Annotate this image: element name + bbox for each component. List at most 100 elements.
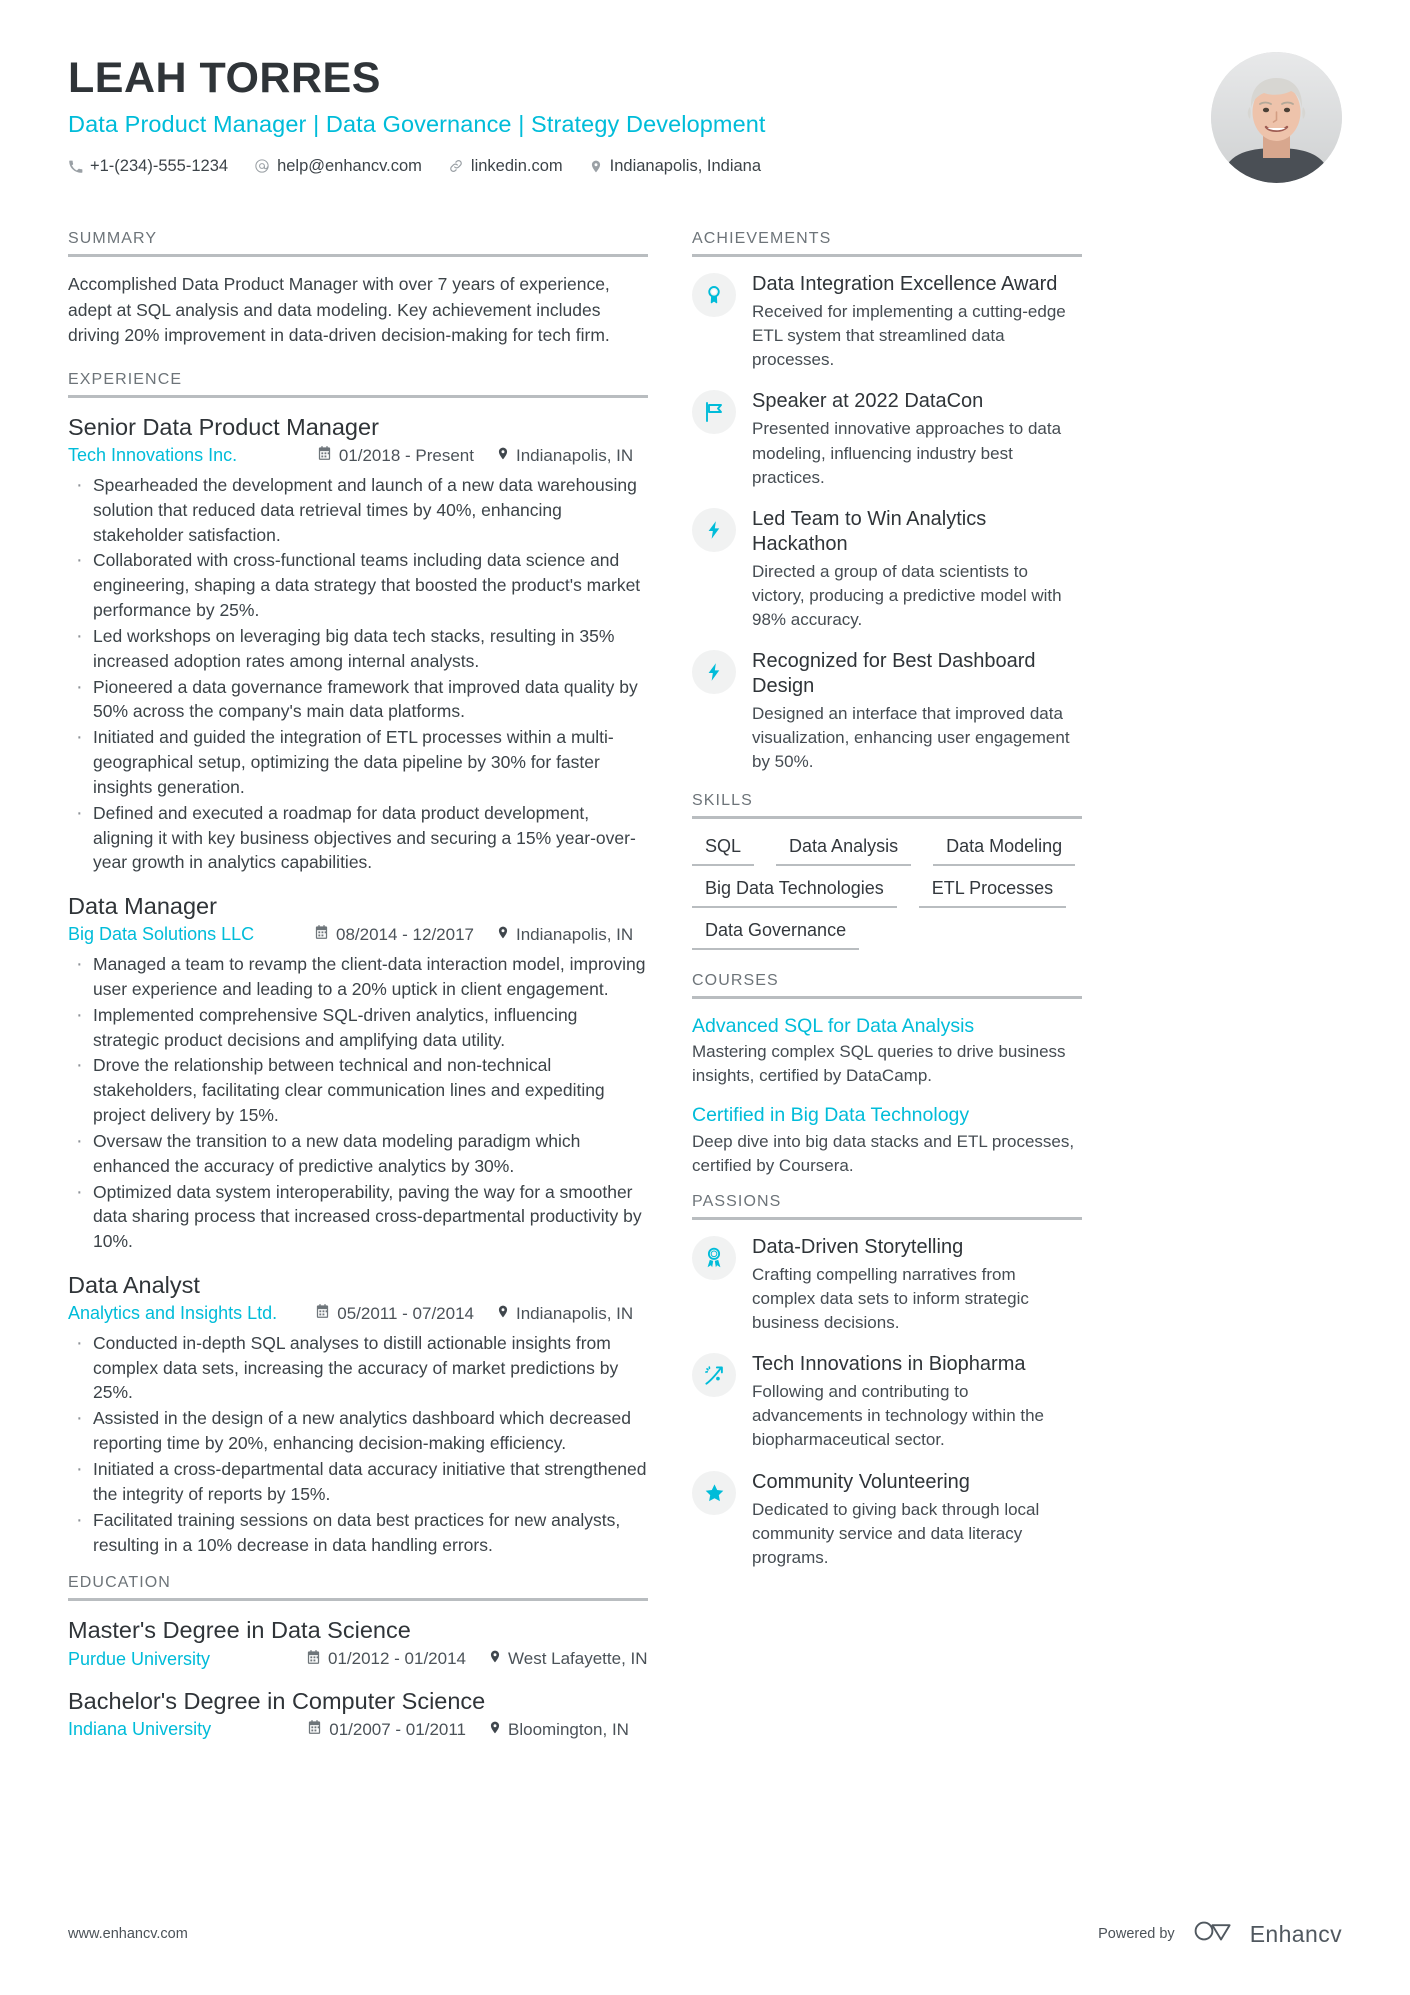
experience-meta: Big Data Solutions LLC 08/2014 - 12/2017… bbox=[68, 924, 648, 946]
section-achievements: ACHIEVEMENTS Data Integration Excellence… bbox=[692, 230, 1082, 775]
page-footer: www.enhancv.com Powered by Enhancv bbox=[68, 1918, 1342, 1950]
passion-title: Community Volunteering bbox=[752, 1470, 970, 1493]
bullet-item: Implemented comprehensive SQL-driven ana… bbox=[68, 1001, 648, 1053]
avatar-photo bbox=[1211, 52, 1342, 183]
section-skills: SKILLS SQL Data Analysis Data Modeling B… bbox=[692, 792, 1082, 950]
section-courses: COURSES Advanced SQL for Data Analysis M… bbox=[692, 972, 1082, 1178]
education-dates: 01/2012 - 01/2014 bbox=[306, 1649, 466, 1670]
bullet-item: Conducted in-depth SQL analyses to disti… bbox=[68, 1329, 648, 1406]
footer-website[interactable]: www.enhancv.com bbox=[68, 1926, 188, 1942]
left-column: SUMMARY Accomplished Data Product Manage… bbox=[68, 230, 648, 1758]
passion-description: Dedicated to giving back through local c… bbox=[752, 1499, 1040, 1567]
bullet-item: Led workshops on leveraging big data tec… bbox=[68, 622, 648, 674]
section-title-courses: COURSES bbox=[692, 971, 779, 989]
link-icon bbox=[448, 158, 464, 174]
bullet-item: Pioneered a data governance framework th… bbox=[68, 673, 648, 725]
powered-by-block: Powered by Enhancv bbox=[1098, 1918, 1342, 1950]
section-divider bbox=[68, 1598, 648, 1602]
at-email-icon bbox=[254, 158, 270, 174]
education-location: Bloomington, IN bbox=[488, 1719, 648, 1741]
powered-by-label: Powered by bbox=[1098, 1926, 1175, 1942]
passion-description: Following and contributing to advancemen… bbox=[752, 1382, 1045, 1450]
bullet-item: Spearheaded the development and launch o… bbox=[68, 471, 648, 548]
passion-body: Community Volunteering Dedicated to givi… bbox=[752, 1470, 1082, 1570]
flag-icon bbox=[692, 390, 736, 435]
courses-list: Advanced SQL for Data Analysis Mastering… bbox=[692, 1014, 1082, 1178]
contact-location-text: Indianapolis, Indiana bbox=[609, 156, 762, 175]
experience-dates-text: 05/2011 - 07/2014 bbox=[337, 1303, 474, 1323]
skill-tag: Big Data Technologies bbox=[692, 876, 897, 908]
experience-list: Senior Data Product Manager Tech Innovat… bbox=[68, 413, 648, 1557]
experience-bullets: Conducted in-depth SQL analyses to disti… bbox=[68, 1329, 648, 1558]
achievement-title: Speaker at 2022 DataCon bbox=[752, 390, 984, 413]
experience-bullets: Managed a team to revamp the client-data… bbox=[68, 950, 648, 1254]
right-column: ACHIEVEMENTS Data Integration Excellence… bbox=[692, 230, 1082, 1587]
education-entry: Master's Degree in Data Science Purdue U… bbox=[68, 1616, 648, 1670]
bullet-item: Oversaw the transition to a new data mod… bbox=[68, 1127, 648, 1179]
section-divider bbox=[692, 1216, 1082, 1220]
section-title-achievements: ACHIEVEMENTS bbox=[692, 230, 832, 247]
lightning-bolt-icon bbox=[692, 507, 736, 552]
achievement-body: Led Team to Win Analytics Hackathon Dire… bbox=[752, 507, 1082, 632]
skills-list: SQL Data Analysis Data Modeling Big Data… bbox=[692, 834, 1082, 950]
passion-description: Crafting compelling narratives from comp… bbox=[752, 1264, 1029, 1332]
course-title[interactable]: Certified in Big Data Technology bbox=[692, 1103, 1082, 1127]
course-item: Certified in Big Data Technology Deep di… bbox=[692, 1103, 1082, 1178]
skill-tag: Data Governance bbox=[692, 918, 860, 950]
bullet-item: Drove the relationship between technical… bbox=[68, 1051, 648, 1128]
course-title[interactable]: Advanced SQL for Data Analysis bbox=[692, 1014, 1082, 1038]
experience-location-text: Indianapolis, IN bbox=[516, 445, 634, 465]
experience-location: Indianapolis, IN bbox=[496, 1303, 648, 1325]
contact-phone[interactable]: +1-(234)-555-1234 bbox=[68, 157, 228, 176]
star-icon bbox=[692, 1470, 736, 1515]
section-divider bbox=[692, 815, 1082, 819]
section-title-skills: SKILLS bbox=[692, 791, 753, 809]
passion-body: Tech Innovations in Biopharma Following … bbox=[752, 1352, 1082, 1452]
calendar-icon bbox=[306, 1649, 321, 1670]
section-divider bbox=[692, 254, 1082, 257]
education-school[interactable]: Purdue University bbox=[68, 1649, 210, 1670]
experience-company[interactable]: Big Data Solutions LLC bbox=[68, 924, 254, 945]
contact-email[interactable]: help@enhancv.com bbox=[254, 157, 422, 176]
contact-email-text: help@enhancv.com bbox=[277, 156, 422, 175]
experience-dates-text: 08/2014 - 12/2017 bbox=[335, 924, 474, 944]
experience-company[interactable]: Analytics and Insights Ltd. bbox=[68, 1303, 277, 1324]
experience-location: Indianapolis, IN bbox=[496, 924, 648, 946]
bullet-item: Assisted in the design of a new analytic… bbox=[68, 1404, 648, 1456]
experience-entry: Senior Data Product Manager Tech Innovat… bbox=[68, 413, 648, 875]
calendar-icon bbox=[307, 1719, 322, 1740]
summary-text: Accomplished Data Product Manager with o… bbox=[68, 274, 610, 346]
calendar-icon bbox=[314, 924, 329, 945]
achievement-title: Recognized for Best Dashboard Design bbox=[752, 650, 1036, 698]
bullet-item: Facilitated training sessions on data be… bbox=[68, 1506, 648, 1558]
passion-title: Data-Driven Storytelling bbox=[752, 1235, 964, 1258]
page-title: LEAH TORRES bbox=[68, 54, 381, 102]
experience-role: Data Manager bbox=[68, 893, 217, 920]
section-title-passions: PASSIONS bbox=[692, 1192, 782, 1210]
education-school[interactable]: Indiana University bbox=[68, 1719, 211, 1740]
section-experience: EXPERIENCE Senior Data Product Manager T… bbox=[68, 371, 648, 1557]
achievement-item: Led Team to Win Analytics Hackathon Dire… bbox=[692, 507, 1082, 632]
location-pin-icon bbox=[496, 924, 510, 946]
achievement-item: Speaker at 2022 DataCon Presented innova… bbox=[692, 389, 1082, 489]
location-pin-icon bbox=[488, 1648, 502, 1670]
achievement-body: Data Integration Excellence Award Receiv… bbox=[752, 272, 1082, 372]
enhancv-brand: Enhancv bbox=[1193, 1918, 1342, 1950]
section-divider bbox=[68, 254, 648, 257]
contact-link[interactable]: linkedin.com bbox=[448, 157, 563, 176]
experience-company[interactable]: Tech Innovations Inc. bbox=[68, 445, 237, 466]
achievement-description: Designed an interface that improved data… bbox=[752, 704, 1070, 772]
calendar-icon bbox=[315, 1303, 330, 1324]
achievement-description: Presented innovative approaches to data … bbox=[752, 419, 1062, 487]
passions-list: Data-Driven Storytelling Crafting compel… bbox=[692, 1235, 1082, 1570]
bullet-item: Collaborated with cross-functional teams… bbox=[68, 546, 648, 623]
passion-item: Community Volunteering Dedicated to givi… bbox=[692, 1470, 1082, 1570]
passion-item: Data-Driven Storytelling Crafting compel… bbox=[692, 1235, 1082, 1335]
experience-dates: 01/2018 - Present bbox=[317, 445, 474, 466]
achievements-list: Data Integration Excellence Award Receiv… bbox=[692, 272, 1082, 775]
experience-location-text: Indianapolis, IN bbox=[516, 924, 634, 944]
section-passions: PASSIONS Data-Driven Storytelling Crafti… bbox=[692, 1193, 1082, 1570]
education-location-text: West Lafayette, IN bbox=[508, 1649, 648, 1668]
location-pin-icon bbox=[496, 445, 510, 467]
education-dates-text: 01/2007 - 01/2011 bbox=[329, 1719, 466, 1739]
